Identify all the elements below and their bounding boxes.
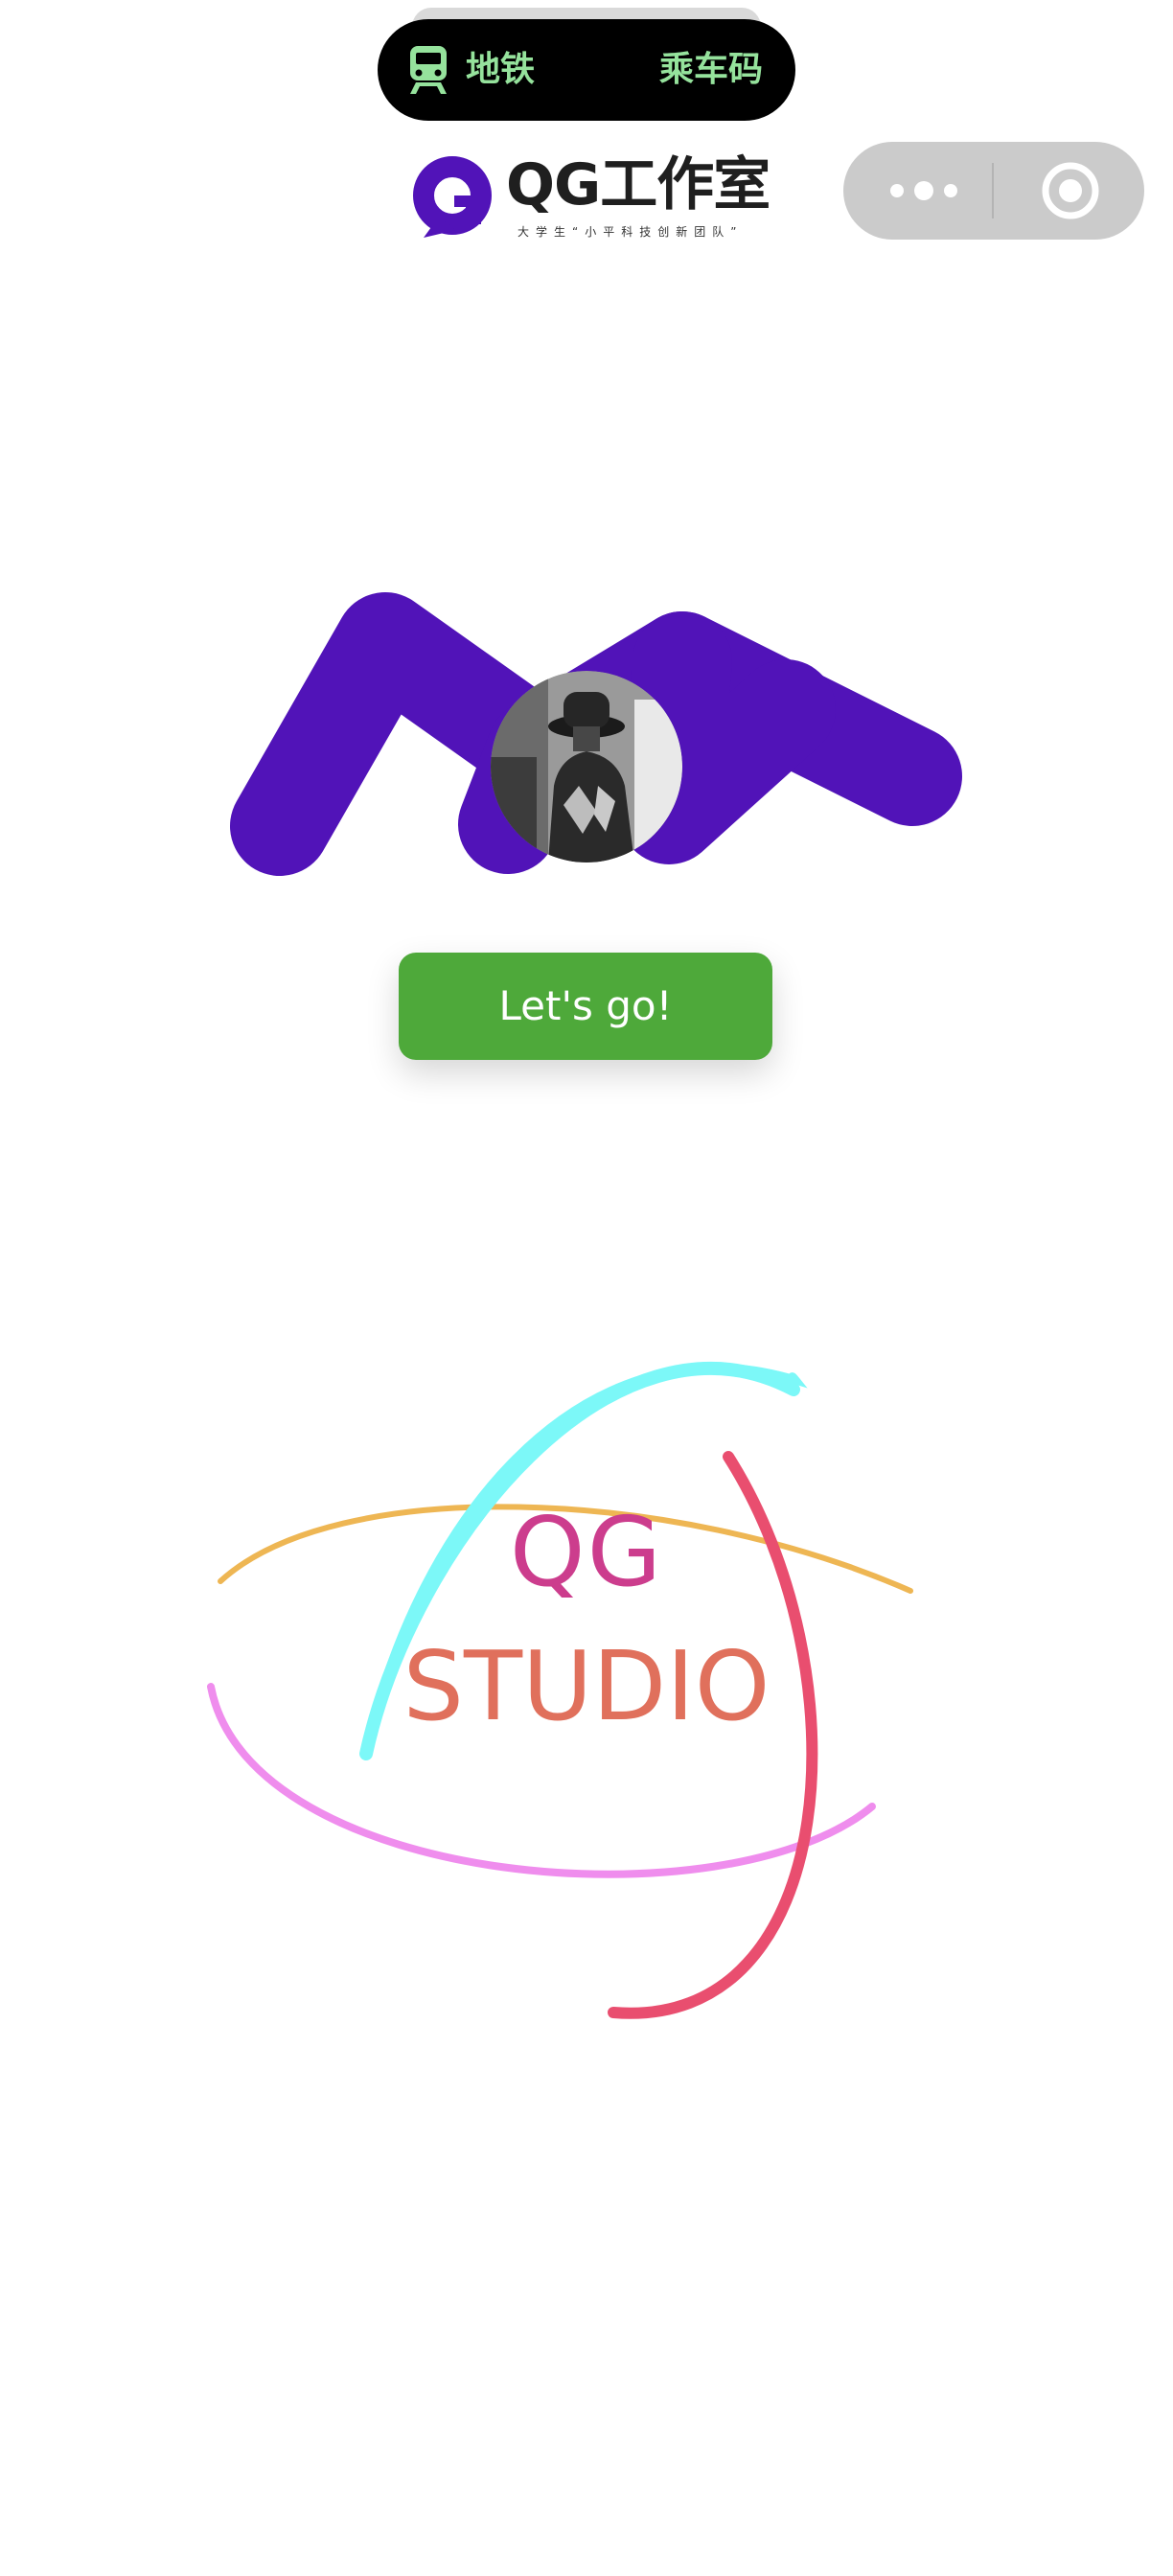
metro-train-icon [410,46,447,94]
lets-go-button[interactable]: Let's go! [399,953,772,1060]
emblem-qg-text: QG [509,1496,664,1608]
ride-code-label: 乘车码 [658,50,763,89]
capsule-divider [992,163,994,218]
miniprogram-capsule [843,142,1144,240]
qg-logo-icon [413,156,492,238]
user-avatar [491,671,682,862]
more-dots-icon[interactable] [882,142,966,240]
qg-studio-logo: QG工作室 大学生“小平科技创新团队” [410,151,770,247]
metro-code-pill[interactable]: 地铁 乘车码 [378,19,795,121]
logo-slogan: 大学生“小平科技创新团队” [518,225,744,239]
emblem-studio-text: STUDIO [402,1630,770,1742]
logo-name: QG工作室 [506,151,770,218]
close-target-icon[interactable] [1039,159,1102,222]
metro-label: 地铁 [466,50,536,89]
